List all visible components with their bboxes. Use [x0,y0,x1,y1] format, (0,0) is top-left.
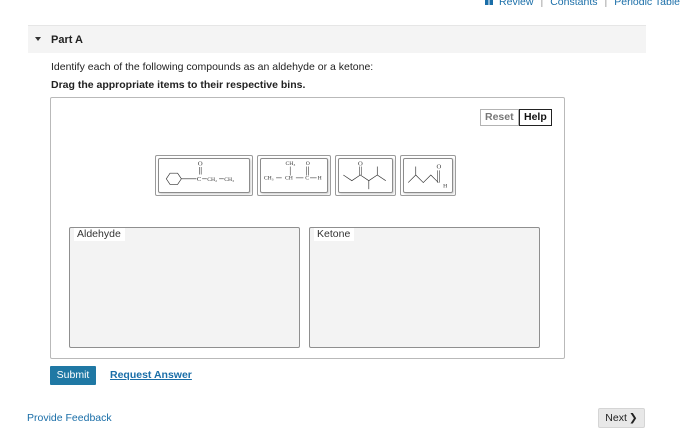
carbon-label: C [305,176,309,182]
instruction-text: Identify each of the following compounds… [51,61,374,73]
submit-button[interactable]: Submit [50,366,96,385]
ch-label: CH [285,176,293,182]
drag-drop-activity: Reset Help O C CH₂ CH₃ CH₃ O CH₃ CH C H … [50,97,565,359]
help-button[interactable]: Help [519,109,552,126]
ch2-label: CH₂ [207,177,217,183]
ketone-bin[interactable]: Ketone [309,227,540,348]
book-icon [485,0,494,5]
oxygen-label: O [198,161,203,168]
instruction-bold: Drag the appropriate items to their resp… [51,79,306,91]
review-link[interactable]: Review [499,0,533,8]
ch3-label: CH₃ [224,177,234,183]
compound-tile-skeletal-aldehyde[interactable]: O H [400,155,456,196]
provide-feedback-link[interactable]: Provide Feedback [27,412,112,424]
skeletal-aldehyde-structure: O H [407,163,447,189]
reset-button[interactable]: Reset [480,109,519,126]
separator: | [540,0,544,8]
hydrogen-label: H [318,176,322,182]
aldehyde-bin[interactable]: Aldehyde [69,227,300,348]
compound-tile-2-methylpropanal[interactable]: CH₃ O CH₃ CH C H [257,155,331,196]
oxygen-label: O [358,161,363,168]
skeletal-ketone-structure: O [343,161,386,190]
ch3-label: CH₃ [264,176,274,182]
compound-tile-cyclohexyl-ketone[interactable]: O C CH₂ CH₃ [155,155,253,196]
bin-label: Aldehyde [74,228,125,241]
periodic-table-link[interactable]: Periodic Table [614,0,680,8]
next-button[interactable]: Next ❯ [598,408,645,428]
part-header[interactable]: Part A [28,25,646,53]
next-label: Next [605,412,627,424]
cyclohexyl-ketone-structure: O C CH₂ CH₃ [165,161,234,185]
part-title: Part A [51,34,83,46]
request-answer-link[interactable]: Request Answer [110,369,192,381]
top-links: Review | Constants | Periodic Table [485,0,680,8]
bin-label: Ketone [314,228,355,241]
chevron-right-icon: ❯ [628,412,638,424]
hydrogen-label: H [443,183,447,189]
constants-link[interactable]: Constants [550,0,597,8]
carbon-label: C [197,176,202,183]
caret-down-icon[interactable] [35,37,41,41]
separator: | [604,0,608,8]
oxygen-label: O [436,163,441,170]
2-methylpropanal-structure: CH₃ O CH₃ CH C H [264,161,322,182]
ch3-top-label: CH₃ [286,161,296,167]
oxygen-label: O [306,161,310,167]
compound-tile-skeletal-ketone[interactable]: O [335,155,396,196]
